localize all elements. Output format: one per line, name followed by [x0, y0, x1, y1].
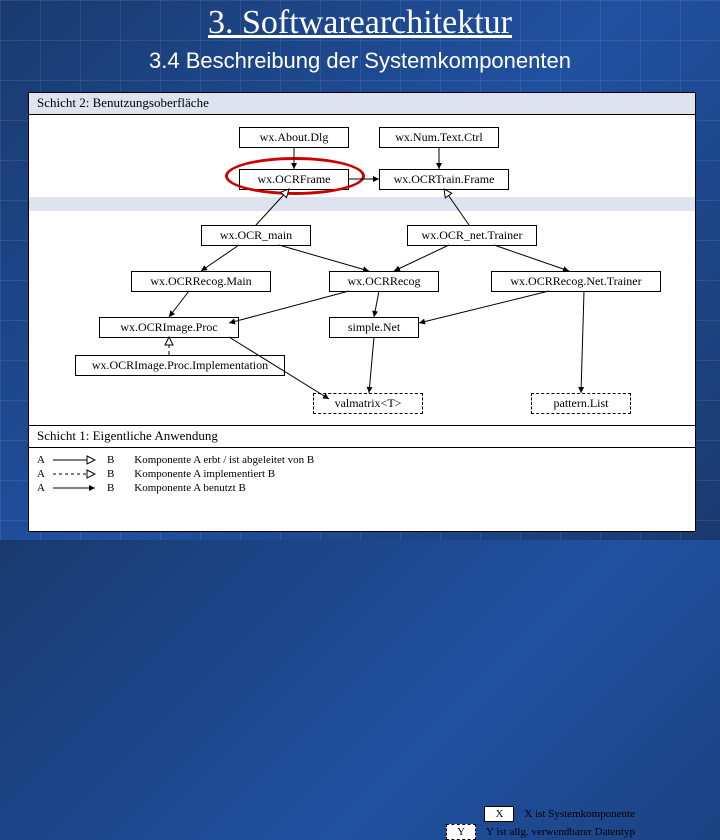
legend-text-uses: Komponente A benutzt B [134, 482, 246, 494]
legend-syscomp: X ist Systemkomponente [524, 808, 635, 820]
layer-label-app: Schicht 1: Eigentliche Anwendung [29, 425, 695, 446]
architecture-diagram: Schicht 2: Benutzungsoberfläche wx.About… [28, 92, 696, 532]
component-recognettrainer: wx.OCRRecog.Net.Trainer [491, 271, 661, 292]
component-recog: wx.OCRRecog [329, 271, 439, 292]
layer-band-ui: Schicht 2: Benutzungsoberfläche [29, 93, 695, 115]
legend-A3: A [37, 482, 45, 494]
legend-generic: Y ist allg. verwendbarer Datentyp [486, 826, 635, 838]
component-ocrmain: wx.OCR_main [201, 225, 311, 246]
component-ocrnettrainer: wx.OCR_net.Trainer [407, 225, 537, 246]
component-aboutdlg: wx.About.Dlg [239, 127, 349, 148]
legend-A1: A [37, 454, 45, 466]
component-ocrframe: wx.OCRFrame [239, 169, 349, 190]
legend-text-implements: Komponente A implementiert B [134, 468, 275, 480]
legend-box-y: Y [446, 824, 476, 840]
legend-text-inherits: Komponente A erbt / ist abgeleitet von B [134, 454, 314, 466]
datatype-valmatrix: valmatrix<T> [313, 393, 423, 414]
legend: A B Komponente A erbt / ist abgeleitet v… [29, 447, 695, 502]
legend-B3: B [107, 482, 114, 494]
page-subtitle: 3.4 Beschreibung der Systemkomponenten [0, 48, 720, 74]
legend-row-implements: A B Komponente A implementiert B Y Y ist… [37, 468, 687, 480]
component-numtextctrl: wx.Num.Text.Ctrl [379, 127, 499, 148]
component-imageprocimpl: wx.OCRImage.Proc.Implementation [75, 355, 285, 376]
legend-row-uses: A B Komponente A benutzt B [37, 482, 687, 494]
page-title: 3. Softwarearchitektur [0, 0, 720, 42]
legend-row-inherits: A B Komponente A erbt / ist abgeleitet v… [37, 454, 687, 466]
legend-box-x: X [484, 806, 514, 822]
layer-label-ui: Schicht 2: Benutzungsoberfläche [29, 93, 695, 113]
legend-B2: B [107, 468, 114, 480]
component-recogmain: wx.OCRRecog.Main [131, 271, 271, 292]
component-imageproc: wx.OCRImage.Proc [99, 317, 239, 338]
component-simplenet: simple.Net [329, 317, 419, 338]
legend-A2: A [37, 468, 45, 480]
datatype-patternlist: pattern.List [531, 393, 631, 414]
layer-divider [29, 197, 695, 211]
component-ocrtrainframe: wx.OCRTrain.Frame [379, 169, 509, 190]
legend-B1: B [107, 454, 114, 466]
